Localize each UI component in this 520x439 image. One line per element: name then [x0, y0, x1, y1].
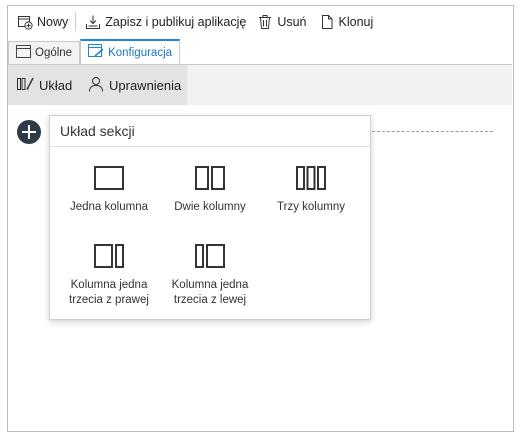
save-publish-button[interactable]: Zapisz i publikuj aplikację — [82, 12, 249, 32]
one-third-left-icon — [195, 244, 225, 268]
toolbar-divider — [75, 13, 77, 31]
save-publish-label: Zapisz i publikuj aplikację — [105, 15, 247, 29]
delete-button[interactable]: Usuń — [254, 12, 309, 32]
new-button[interactable]: Nowy — [14, 12, 71, 32]
layout-button[interactable]: Układ — [8, 65, 82, 105]
save-publish-icon — [85, 14, 101, 30]
tab-general[interactable]: Ogólne — [8, 41, 81, 64]
layout-option-one-third-right[interactable]: Kolumna jedna trzecia z prawej — [59, 244, 159, 308]
tab-strip: Ogólne Konfiguracja — [8, 39, 181, 64]
layout-option-one-column[interactable]: Jedna kolumna — [59, 166, 159, 215]
clone-icon — [319, 14, 335, 30]
add-section-button[interactable] — [17, 120, 41, 144]
one-third-right-icon — [94, 244, 124, 268]
layout-option-label: Trzy kolumny — [277, 201, 345, 213]
clone-label: Klonuj — [338, 15, 374, 29]
popup-title: Układ sekcji — [60, 123, 135, 139]
window-icon — [16, 45, 31, 61]
tab-general-label: Ogólne — [35, 47, 73, 59]
edit-window-icon — [88, 44, 104, 61]
popup-divider — [50, 146, 370, 147]
section-layout-popup: Układ sekcji Jedna kolumna Dwie kolumny … — [49, 115, 371, 320]
layout-option-three-columns[interactable]: Trzy kolumny — [261, 166, 361, 215]
layout-option-two-columns[interactable]: Dwie kolumny — [160, 166, 260, 215]
section-placeholder-line — [372, 131, 493, 132]
three-columns-icon — [296, 166, 326, 190]
layout-option-label: Jedna kolumna — [70, 201, 148, 213]
one-column-icon — [94, 166, 124, 190]
new-button-label: Nowy — [37, 15, 69, 29]
layout-option-label: Kolumna jedna trzecia z prawej — [69, 279, 149, 306]
layout-option-label: Kolumna jedna trzecia z lewej — [171, 279, 249, 306]
tab-configuration-label: Konfiguracja — [108, 46, 173, 59]
layout-icon — [17, 76, 34, 94]
delete-label: Usuń — [277, 15, 307, 29]
two-columns-icon — [195, 166, 225, 190]
layout-option-one-third-left[interactable]: Kolumna jedna trzecia z lewej — [160, 244, 260, 308]
new-icon — [17, 14, 33, 30]
command-bar: Nowy Zapisz i publikuj aplikację Usuń Kl… — [14, 12, 376, 32]
user-icon — [88, 76, 104, 95]
permissions-button[interactable]: Uprawnienia — [79, 65, 187, 105]
tab-configuration[interactable]: Konfiguracja — [80, 39, 181, 64]
permissions-label: Uprawnienia — [109, 77, 182, 93]
clone-button[interactable]: Klonuj — [316, 12, 377, 32]
layout-option-label: Dwie kolumny — [174, 201, 246, 213]
trash-icon — [257, 14, 273, 30]
layout-label: Układ — [39, 77, 73, 93]
